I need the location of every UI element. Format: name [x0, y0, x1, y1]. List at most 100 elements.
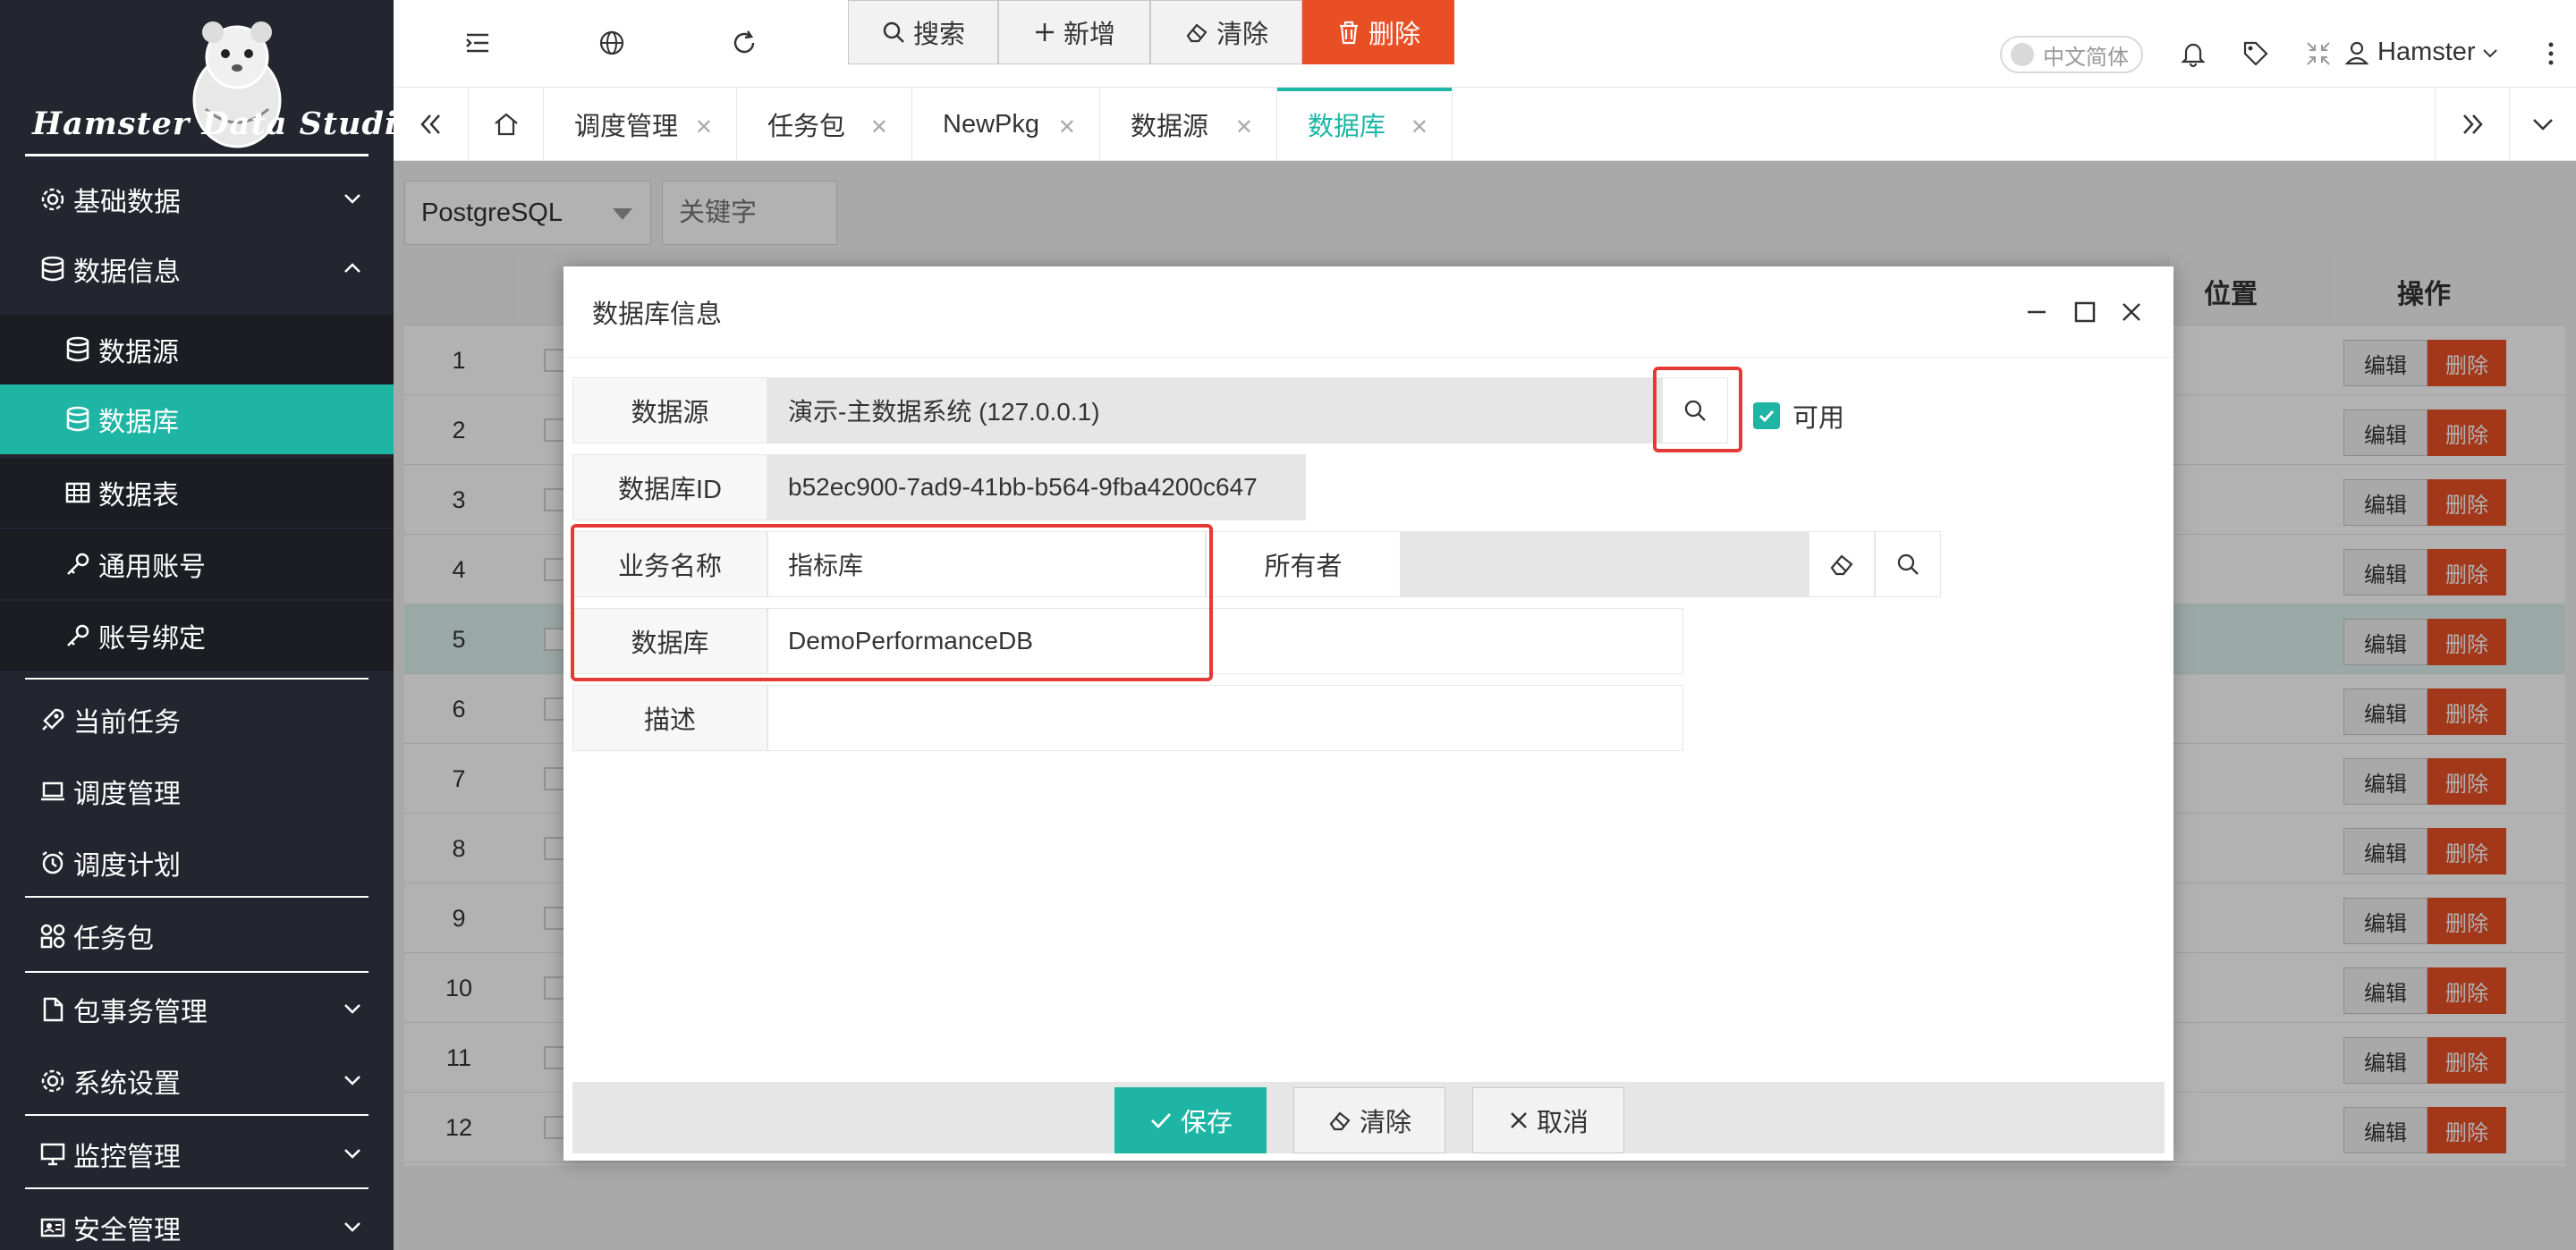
sidebar-item-label: 数据库	[98, 408, 179, 437]
logo-underline	[25, 154, 369, 156]
business-name-input[interactable]: 指标库	[767, 531, 1206, 597]
close-icon[interactable]: ✕	[695, 114, 713, 140]
search-icon	[1897, 553, 1919, 575]
sidebar-item-label: 监控管理	[73, 1143, 181, 1172]
sidebar-item-schedule-plan[interactable]: 调度计划	[0, 828, 394, 898]
database-icon	[38, 254, 68, 284]
search-button[interactable]: 搜索	[848, 0, 998, 64]
eraser-icon	[1830, 554, 1853, 576]
dialog-clear-button[interactable]: 清除	[1293, 1087, 1445, 1153]
owner-label: 所有者	[1206, 531, 1401, 597]
enabled-label: 可用	[1792, 404, 1845, 433]
sidebar-item-datasource[interactable]: 数据源	[0, 315, 394, 384]
owner-clear-button[interactable]	[1809, 531, 1875, 597]
cancel-button[interactable]: 取消	[1472, 1087, 1624, 1153]
sidebar: Hamster Data Studio 基础数据 数据信息 数据源 数据库 数据…	[0, 0, 394, 1250]
close-icon[interactable]: ✕	[870, 114, 888, 140]
delete-button[interactable]: 删除	[1302, 0, 1454, 64]
business-name-label: 业务名称	[572, 531, 767, 597]
datasource-search-button[interactable]	[1662, 377, 1728, 443]
eraser-icon	[1329, 1111, 1351, 1131]
sidebar-item-data-info[interactable]: 数据信息	[0, 234, 394, 304]
close-icon[interactable]: ✕	[1411, 114, 1428, 140]
tab-database[interactable]: 数据库 ✕	[1277, 88, 1453, 161]
sidebar-item-security[interactable]: 安全管理	[0, 1193, 394, 1250]
tab-scroll-left-button[interactable]	[394, 88, 469, 161]
sidebar-item-label: 调度管理	[73, 780, 181, 809]
bell-icon[interactable]	[2179, 39, 2207, 68]
database-id-field: b52ec900-7ad9-41bb-b564-9fba4200c647	[767, 454, 1306, 520]
close-icon[interactable]	[2118, 299, 2145, 325]
enabled-checkbox[interactable]: 可用	[1753, 397, 1844, 435]
sidebar-item-label: 安全管理	[73, 1216, 181, 1246]
save-button-label: 保存	[1180, 1109, 1233, 1137]
tab-bar: 调度管理 ✕ 任务包 ✕ NewPkg ✕ 数据源 ✕ 数据库 ✕	[394, 88, 2576, 161]
gear-icon	[38, 184, 68, 215]
sidebar-item-common-account[interactable]: 通用账号	[0, 529, 394, 599]
gear-icon	[38, 1066, 68, 1096]
checkbox-checked-icon	[1753, 402, 1780, 429]
sidebar-item-label: 系统设置	[73, 1069, 181, 1099]
tab-scroll-right-button[interactable]	[2435, 88, 2510, 161]
tab-datasource[interactable]: 数据源 ✕	[1100, 88, 1277, 161]
toggle-knob	[2011, 43, 2034, 66]
description-input[interactable]	[767, 685, 1683, 751]
sidebar-item-label: 基础数据	[73, 188, 181, 217]
key-icon	[63, 549, 93, 579]
tag-icon[interactable]	[2241, 39, 2270, 68]
refresh-icon[interactable]	[730, 29, 758, 57]
table-icon	[63, 477, 93, 508]
app-logo: Hamster Data Studio	[0, 0, 394, 156]
owner-search-button[interactable]	[1875, 531, 1941, 597]
globe-icon[interactable]	[597, 29, 626, 57]
plus-icon	[1035, 23, 1054, 41]
sidebar-item-account-binding[interactable]: 账号绑定	[0, 601, 394, 671]
sidebar-item-schedule-manage[interactable]: 调度管理	[0, 756, 394, 826]
database-name-input[interactable]: DemoPerformanceDB	[767, 608, 1683, 674]
tab-label: NewPkg	[943, 109, 1039, 139]
dialog-title: 数据库信息	[592, 300, 723, 329]
home-icon	[494, 113, 518, 136]
maximize-icon[interactable]	[2072, 299, 2098, 325]
shrink-icon[interactable]	[2304, 39, 2333, 68]
sidebar-item-label: 数据信息	[73, 258, 181, 287]
tab-newpkg[interactable]: NewPkg ✕	[912, 88, 1100, 161]
chevron-down-icon	[2482, 48, 2497, 57]
sidebar-divider	[25, 1114, 369, 1116]
logo-text: Hamster Data Studio	[32, 106, 394, 142]
sidebar-item-system-settings[interactable]: 系统设置	[0, 1046, 394, 1116]
sidebar-item-basic-data[interactable]: 基础数据	[0, 165, 394, 234]
database-info-dialog: 数据库信息 数据源 演示-主数据系统 (127.0.0.1) 可用 数据库ID …	[564, 266, 2174, 1161]
clear-button-label: 清除	[1216, 21, 1268, 49]
minimize-icon[interactable]	[2023, 299, 2050, 325]
sidebar-item-current-task[interactable]: 当前任务	[0, 685, 394, 755]
search-icon	[883, 21, 904, 43]
sidebar-item-datatable[interactable]: 数据表	[0, 458, 394, 528]
close-icon[interactable]: ✕	[1058, 114, 1076, 140]
tab-label: 数据源	[1131, 113, 1209, 141]
sidebar-item-label: 调度计划	[73, 851, 181, 881]
chevron-down-icon	[344, 1004, 360, 1014]
database-name-label: 数据库	[572, 608, 767, 674]
menu-fold-icon[interactable]	[463, 29, 492, 57]
language-label: 中文简体	[2043, 45, 2129, 70]
tab-schedule-manage[interactable]: 调度管理 ✕	[544, 88, 737, 161]
sidebar-item-package-transaction[interactable]: 包事务管理	[0, 975, 394, 1044]
save-button[interactable]: 保存	[1114, 1087, 1267, 1153]
chevron-down-icon	[344, 1222, 360, 1232]
monitor-icon	[38, 1139, 68, 1170]
tab-menu-button[interactable]	[2510, 88, 2576, 161]
sidebar-item-monitor[interactable]: 监控管理	[0, 1119, 394, 1189]
tab-task-package[interactable]: 任务包 ✕	[737, 88, 912, 161]
add-button[interactable]: 新增	[998, 0, 1150, 64]
more-vertical-icon[interactable]	[2537, 39, 2565, 68]
sidebar-item-label: 账号绑定	[98, 624, 206, 654]
user-menu[interactable]: Hamster	[2343, 38, 2499, 67]
dialog-clear-button-label: 清除	[1359, 1109, 1411, 1137]
tab-home[interactable]	[469, 88, 544, 161]
sidebar-item-database[interactable]: 数据库	[0, 384, 394, 454]
language-toggle[interactable]: 中文简体	[2000, 36, 2143, 73]
clear-button[interactable]: 清除	[1150, 0, 1302, 64]
close-icon[interactable]: ✕	[1235, 114, 1253, 140]
sidebar-item-task-package[interactable]: 任务包	[0, 901, 394, 971]
